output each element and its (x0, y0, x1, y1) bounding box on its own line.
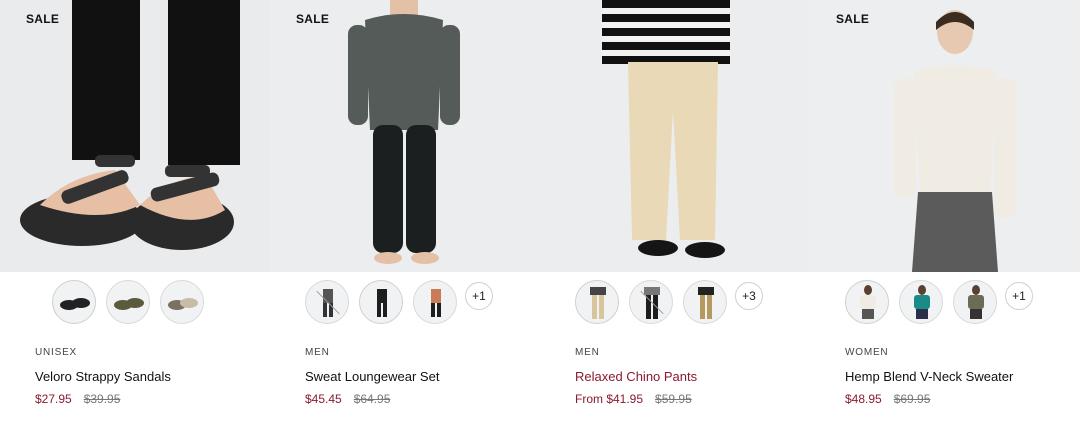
swatch-khaki[interactable] (106, 280, 150, 324)
price-row: From $41.95 $59.95 (575, 392, 810, 406)
color-swatches: +1 (810, 272, 1080, 334)
sale-price: From $41.95 (575, 392, 644, 406)
product-name[interactable]: Relaxed Chino Pants (575, 369, 810, 385)
price-row: $27.95 $39.95 (35, 392, 270, 406)
original-price: $59.95 (655, 392, 692, 406)
product-category: MEN (575, 347, 600, 358)
swatch-black[interactable] (359, 280, 403, 324)
product-image[interactable]: SALE (270, 0, 540, 272)
product-card-chino[interactable]: +3 MEN Relaxed Chino Pants From $41.95 $… (540, 0, 810, 447)
swatch-orange[interactable] (413, 280, 457, 324)
color-swatches: +3 (540, 272, 810, 334)
swatch-white[interactable] (845, 280, 889, 324)
swatch-olive[interactable] (953, 280, 997, 324)
sale-badge: SALE (296, 12, 330, 26)
product-image[interactable]: SALE (810, 0, 1080, 272)
sale-price: $45.45 (305, 392, 342, 406)
more-colors-button[interactable]: +1 (465, 282, 493, 310)
price-row: $48.95 $69.95 (845, 392, 1080, 406)
product-category: UNISEX (35, 347, 78, 358)
more-colors-button[interactable]: +1 (1005, 282, 1033, 310)
product-name[interactable]: Hemp Blend V-Neck Sweater (845, 369, 1080, 385)
product-image[interactable] (540, 0, 810, 272)
swatch-black[interactable] (629, 280, 673, 324)
product-category: WOMEN (845, 347, 889, 358)
swatch-khaki[interactable] (683, 280, 727, 324)
swatch-beige[interactable] (160, 280, 204, 324)
original-price: $39.95 (83, 392, 121, 406)
product-card-sweater[interactable]: SALE +1 WOMEN Hemp Blend V-Neck Sweater … (810, 0, 1080, 447)
product-category: MEN (305, 347, 330, 358)
product-info: UNISEX Veloro Strappy Sandals $27.95 $39… (0, 334, 270, 406)
swatch-grey[interactable] (305, 280, 349, 324)
original-price: $69.95 (893, 392, 931, 406)
product-info: MEN Sweat Loungewear Set $45.45 $64.95 (270, 334, 540, 406)
product-info: MEN Relaxed Chino Pants From $41.95 $59.… (540, 334, 810, 406)
product-image[interactable]: SALE (0, 0, 270, 272)
product-grid: SALE UNISEX Veloro Strappy Sandals $27.9… (0, 0, 1080, 447)
swatch-black[interactable] (52, 280, 96, 324)
swatch-beige[interactable] (575, 280, 619, 324)
product-info: WOMEN Hemp Blend V-Neck Sweater $48.95 $… (810, 334, 1080, 406)
product-card-sandals[interactable]: SALE UNISEX Veloro Strappy Sandals $27.9… (0, 0, 270, 447)
color-swatches (0, 272, 270, 334)
sale-price: $27.95 (35, 392, 72, 406)
sale-price: $48.95 (845, 392, 882, 406)
product-name[interactable]: Sweat Loungewear Set (305, 369, 540, 385)
price-row: $45.45 $64.95 (305, 392, 540, 406)
sale-badge: SALE (26, 12, 60, 26)
swatch-teal[interactable] (899, 280, 943, 324)
color-swatches: +1 (270, 272, 540, 334)
product-card-loungewear[interactable]: SALE +1 MEN Sweat Loungewear Set $45.45 … (270, 0, 540, 447)
original-price: $64.95 (353, 392, 391, 406)
sale-badge: SALE (836, 12, 870, 26)
product-name[interactable]: Veloro Strappy Sandals (35, 369, 270, 385)
more-colors-button[interactable]: +3 (735, 282, 763, 310)
